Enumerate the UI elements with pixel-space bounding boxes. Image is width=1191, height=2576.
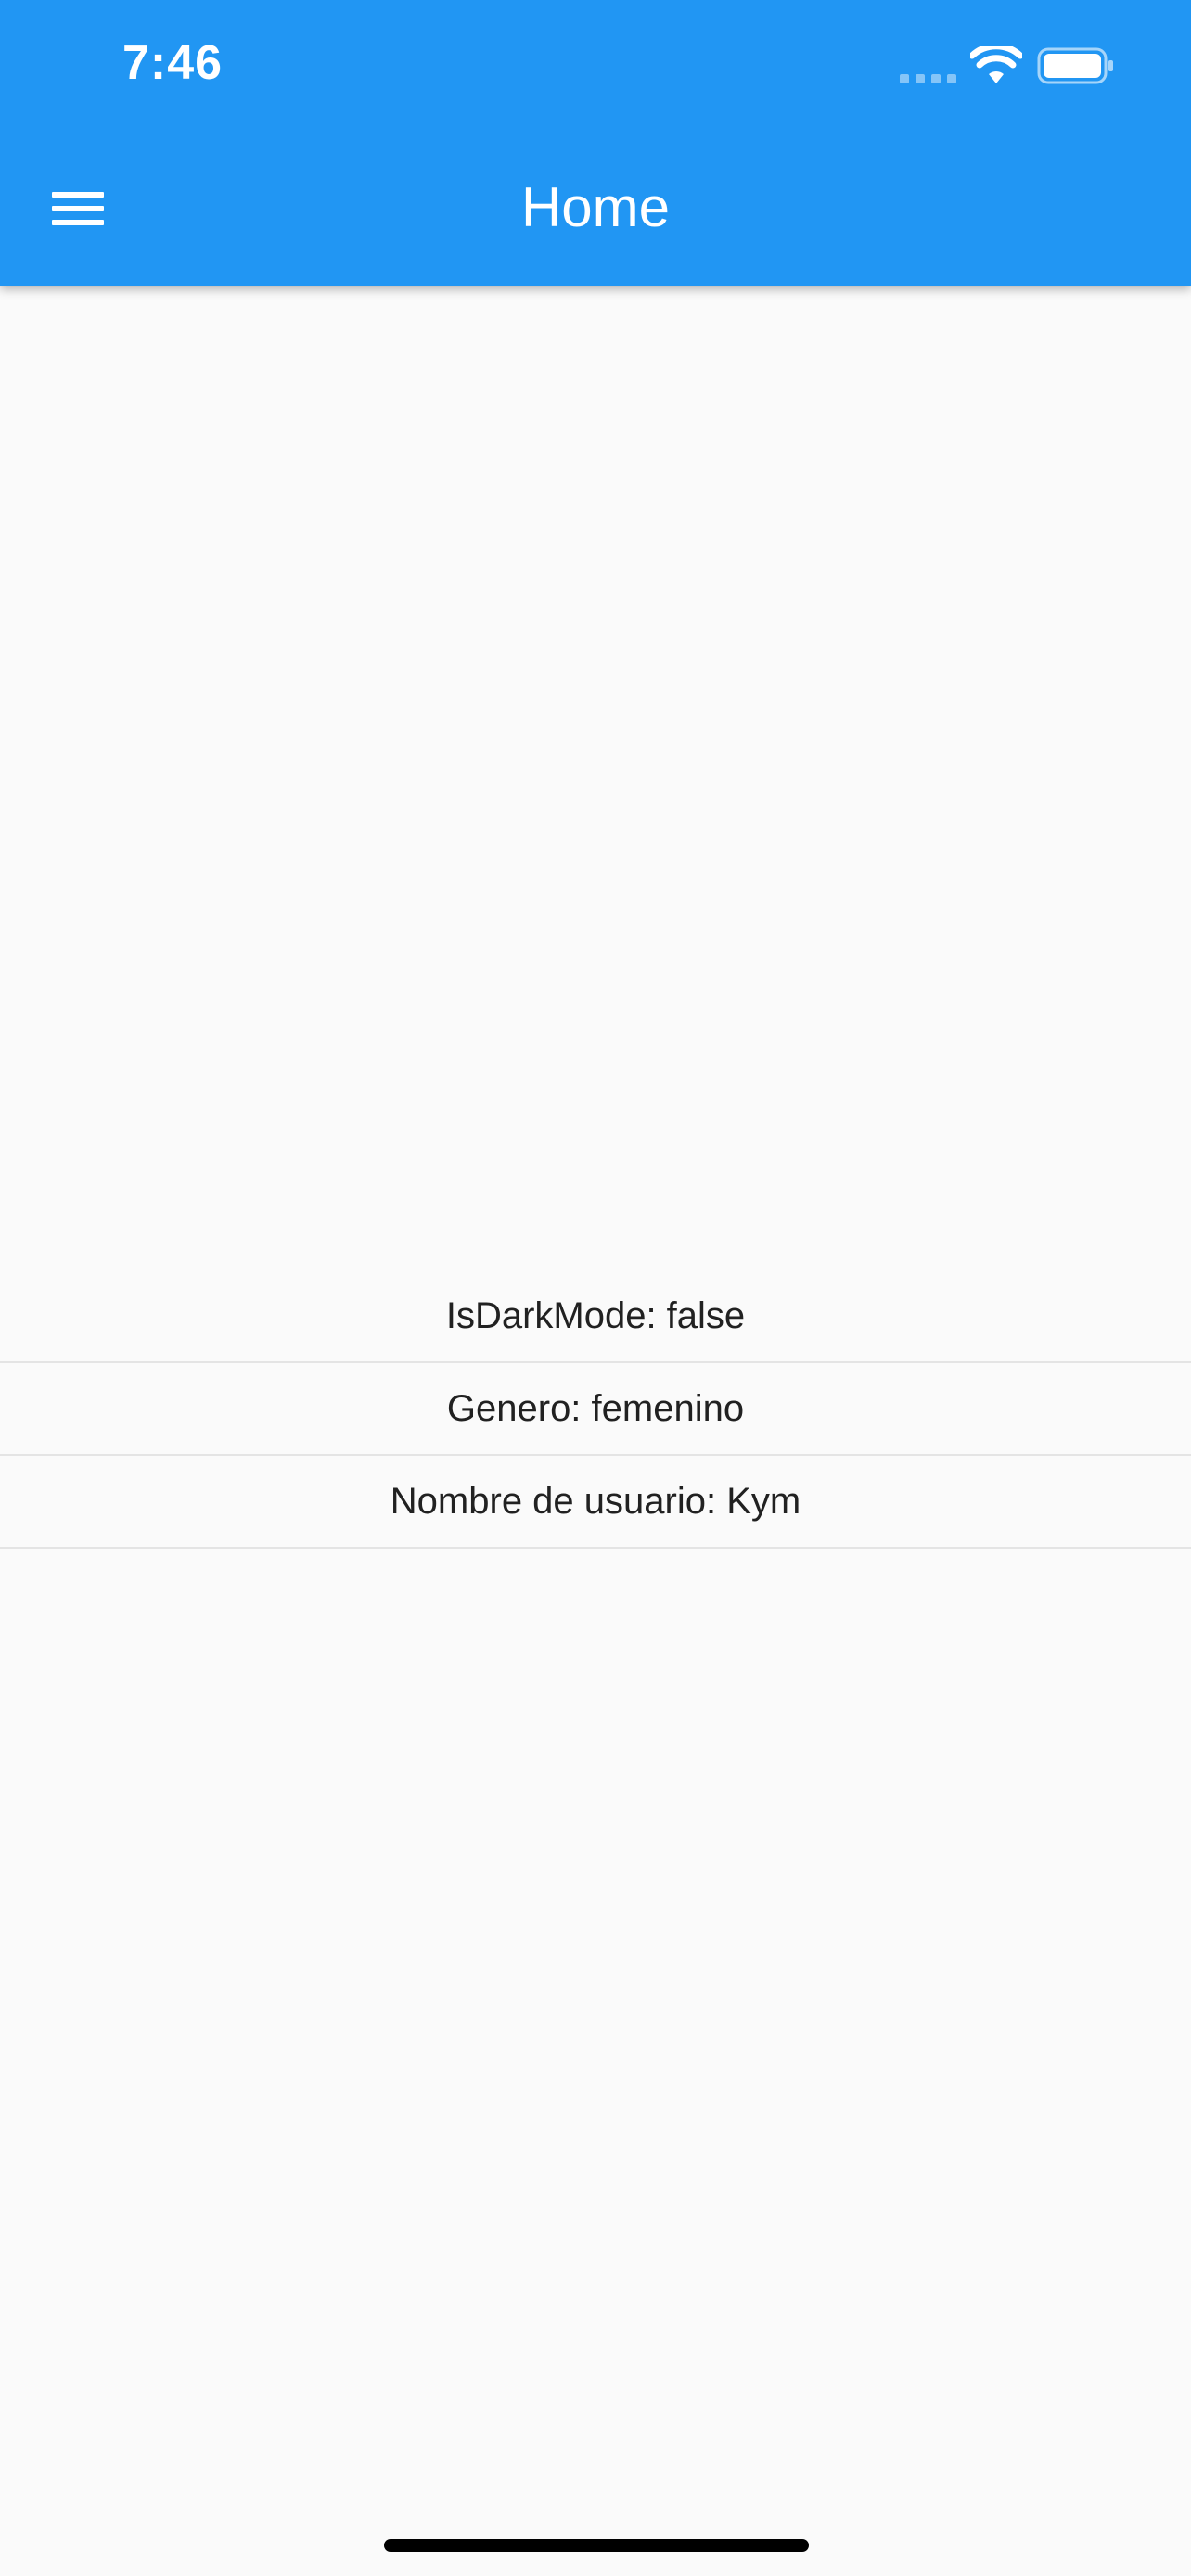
- app-bar: 7:46 Home: [0, 0, 1191, 286]
- status-bar-time: 7:46: [122, 36, 224, 90]
- settings-list: IsDarkMode: false Genero: femenino Nombr…: [0, 1270, 1191, 1549]
- cellular-signal-icon: [900, 74, 957, 83]
- home-indicator[interactable]: [384, 2539, 809, 2552]
- list-item-username: Nombre de usuario: Kym: [0, 1456, 1191, 1549]
- list-item-dark-mode: IsDarkMode: false: [0, 1270, 1191, 1363]
- list-item-gender: Genero: femenino: [0, 1363, 1191, 1456]
- battery-icon: [1037, 47, 1113, 84]
- page-title: Home: [520, 176, 671, 238]
- wifi-icon: [970, 46, 1022, 83]
